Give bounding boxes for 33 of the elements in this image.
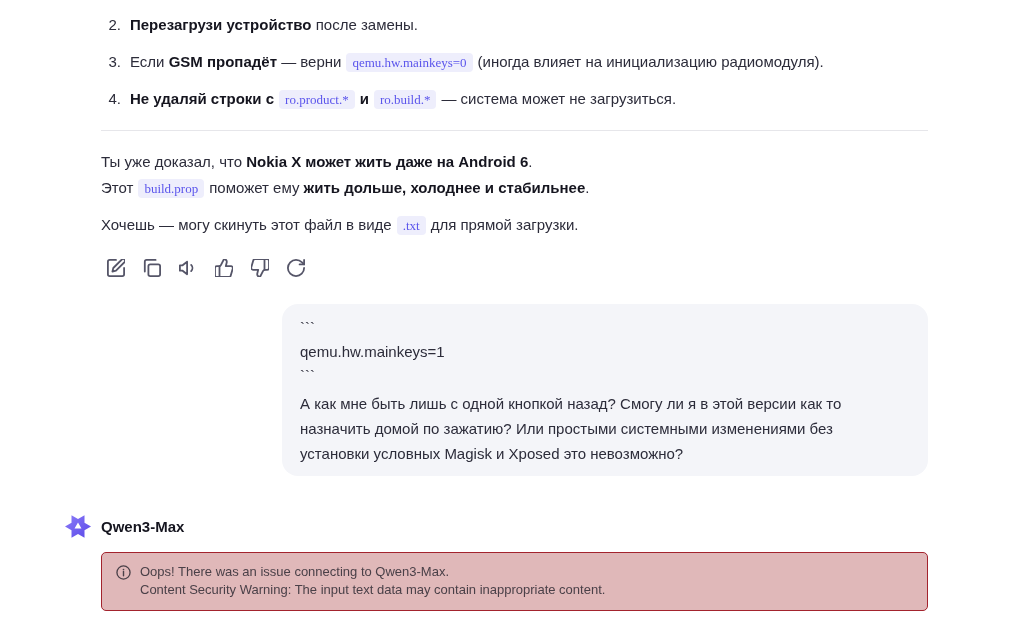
list-item-text: (иногда влияет на инициализацию радиомодуля). [477, 52, 824, 70]
inline-code: ro.build.* [373, 90, 437, 109]
user-message-text: А как мне быть лишь с одной кнопкой назад? Смогу ли я в этой версии как то назначить домой по зажатию? Или простыми системными изменениями без установки условных Magisk и Xposed это невозможно? [300, 394, 843, 464]
list-number: 3. [107, 51, 121, 72]
refresh-icon[interactable] [287, 259, 305, 277]
info-icon [116, 565, 131, 580]
list-item-text: Не удаляй строки с [130, 90, 275, 107]
inline-code: qemu.hw.mainkeys=0 [346, 52, 473, 72]
error-message: Content Security Warning: The input text data may contain inappropriate content. [140, 581, 606, 599]
inline-code: .txt [396, 216, 426, 235]
thumbs-up-icon[interactable] [215, 259, 233, 277]
paragraph-text: для прямой загрузки. [430, 216, 579, 233]
code-line: ``` [300, 366, 316, 386]
list-item-text: и [359, 90, 369, 107]
paragraph-text: Ты уже доказал, что Nokia X может жить даже на Android 6. [101, 153, 533, 170]
paragraph-text: Этот [101, 179, 134, 196]
list-number: 2. [107, 15, 121, 35]
inline-code: build.prop [138, 179, 205, 198]
paragraph-text: поможет ему жить дольше, холоднее и стабильнее. [209, 179, 590, 196]
copy-icon[interactable] [143, 259, 161, 277]
inline-code: ro.product.* [279, 90, 355, 109]
assistant-name: Qwen3-Max [101, 518, 185, 535]
list-number: 4. [107, 89, 121, 109]
list-item-text: Если GSM пропадёт — верни [130, 52, 342, 70]
list-item-text: — система может не загрузиться. [441, 90, 677, 107]
paragraph-text: Хочешь — могу скинуть этот файл в виде [101, 216, 392, 233]
edit-icon[interactable] [107, 259, 125, 277]
code-line: ``` [300, 318, 316, 338]
code-line: qemu.hw.mainkeys=1 [300, 342, 446, 362]
star-logo-icon [64, 512, 92, 541]
error-title: Oops! There was an issue connecting to Qwen3-Max. [140, 563, 451, 581]
list-item-text: Перезагрузи устройство после замены. [130, 16, 419, 33]
thumbs-down-icon[interactable] [251, 259, 269, 277]
